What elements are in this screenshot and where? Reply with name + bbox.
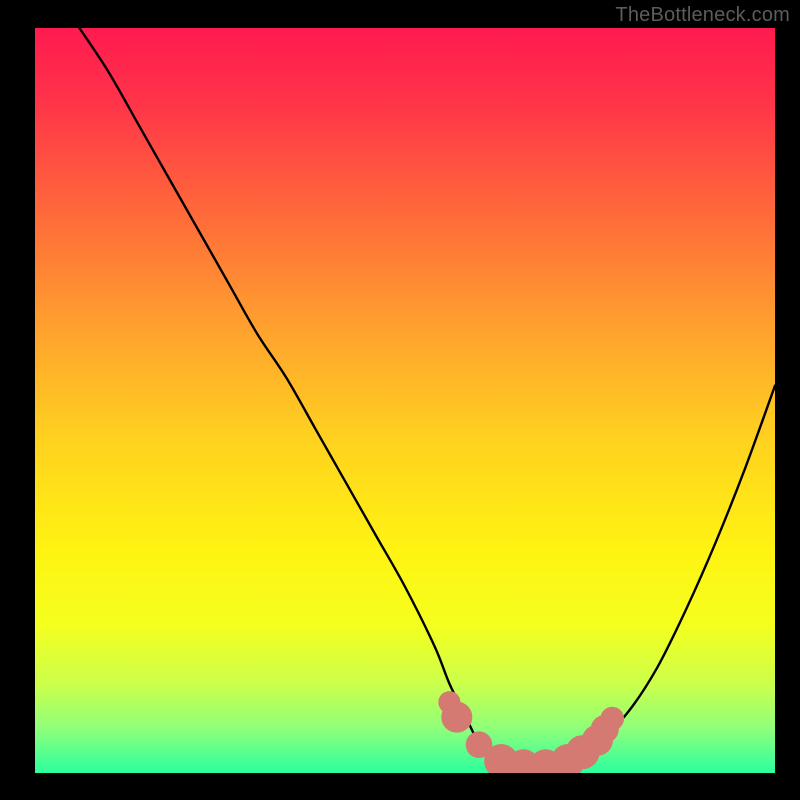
chart-stage: TheBottleneck.com [0, 0, 800, 800]
sweet-spot-marker [600, 707, 624, 731]
bottleneck-chart [0, 0, 800, 800]
watermark-text: TheBottleneck.com [615, 4, 790, 27]
sweet-spot-marker [441, 702, 472, 733]
